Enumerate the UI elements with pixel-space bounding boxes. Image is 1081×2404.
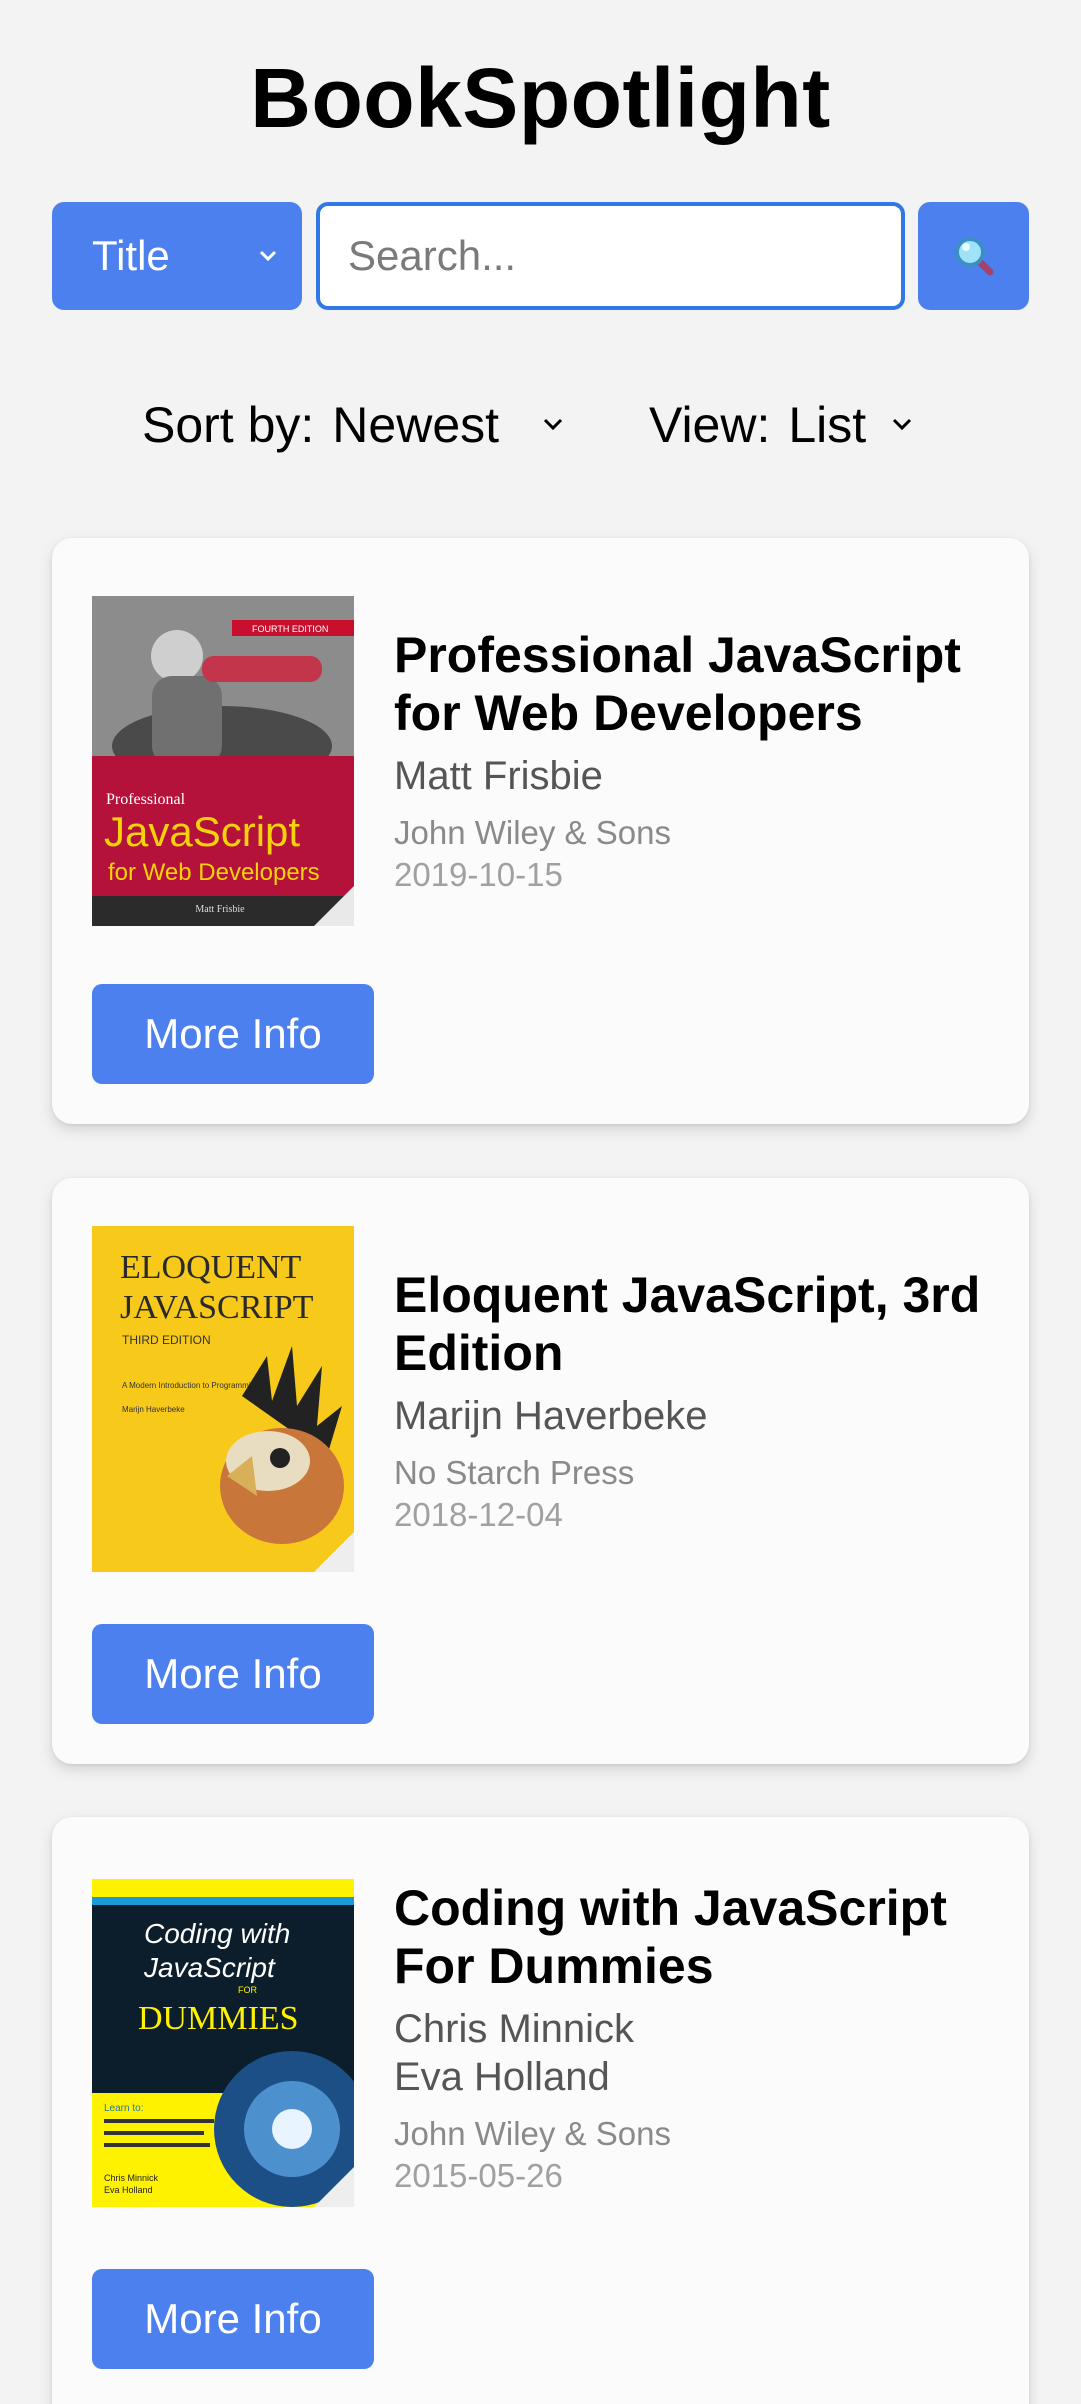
more-info-button[interactable]: More Info — [92, 984, 374, 1084]
book-cover-image: ELOQUENT JAVASCRIPT THIRD EDITION A Mode… — [92, 1226, 354, 1572]
cover-sub-text: for Web Developers — [108, 859, 320, 886]
sort-value: Newest — [332, 397, 500, 453]
more-info-button[interactable]: More Info — [92, 1624, 374, 1724]
book-cover-image: FOURTH EDITION Professional JavaScript f… — [92, 596, 354, 926]
view-value: List — [788, 397, 867, 453]
cover-sub: A Modern Introduction to Programming — [122, 1381, 259, 1390]
search-input[interactable] — [316, 202, 905, 310]
svg-text:Chris Minnick: Chris Minnick — [104, 2173, 159, 2183]
cover-learn: Learn to: — [104, 2103, 143, 2114]
chevron-down-icon — [259, 250, 277, 262]
chevron-down-icon — [543, 418, 563, 431]
book-info: Professional JavaScript for Web Develope… — [394, 626, 999, 896]
sort-label: Sort by: — [142, 397, 315, 453]
cover-for: FOR — [238, 1985, 257, 1995]
book-date: 2019-10-15 — [394, 856, 563, 893]
cover-brand: DUMMIES — [138, 2000, 299, 2037]
cover-author: Marijn Haverbeke — [122, 1405, 185, 1414]
book-info: Eloquent JavaScript, 3rd Edition Marijn … — [394, 1266, 999, 1536]
book-date: 2018-12-04 — [394, 1496, 563, 1533]
sort-select[interactable]: Sort by: Newest — [142, 390, 567, 460]
chevron-down-icon — [893, 418, 912, 431]
book-date: 2015-05-26 — [394, 2157, 563, 2194]
book-title[interactable]: Professional JavaScript for Web Develope… — [394, 626, 999, 742]
book-publisher: No Starch Press — [394, 1454, 635, 1491]
search-button[interactable] — [918, 202, 1029, 310]
book-publisher: John Wiley & Sons — [394, 814, 671, 851]
magnifier-icon — [954, 237, 993, 276]
book-title[interactable]: Eloquent JavaScript, 3rd Edition — [394, 1266, 999, 1382]
cover-edition: THIRD EDITION — [122, 1333, 211, 1347]
book-title[interactable]: Coding with JavaScript For Dummies — [394, 1879, 999, 1995]
book-card: Coding with JavaScript FOR DUMMIES Learn… — [52, 1817, 1029, 2404]
cover-author-text: Matt Frisbie — [195, 904, 245, 915]
cover-line1: ELOQUENT — [120, 1249, 302, 1286]
view-select[interactable]: View: List — [649, 390, 916, 460]
book-cover-image: Coding with JavaScript FOR DUMMIES Learn… — [92, 1879, 354, 2207]
book-author: Marijn Haverbeke — [394, 1394, 708, 1438]
view-label: View: — [649, 397, 771, 453]
more-info-button[interactable]: More Info — [92, 2269, 374, 2369]
book-publisher: John Wiley & Sons — [394, 2115, 671, 2152]
cover-line2: JavaScript — [143, 1952, 276, 1983]
search-field-value: Title — [92, 232, 170, 279]
cover-line1: Coding with — [144, 1918, 290, 1949]
cover-big-text: JavaScript — [104, 808, 300, 855]
cover-edition: FOURTH EDITION — [252, 624, 328, 634]
book-card: FOURTH EDITION Professional JavaScript f… — [52, 538, 1029, 1124]
cover-small-text: Professional — [106, 791, 186, 808]
page-title: BookSpotlight — [250, 51, 831, 145]
book-author: Chris Minnick Eva Holland — [394, 2007, 635, 2099]
book-info: Coding with JavaScript For Dummies Chris… — [394, 1879, 999, 2197]
search-field-select[interactable]: Title — [52, 202, 302, 310]
cover-line2: JAVASCRIPT — [120, 1289, 314, 1326]
svg-text:Eva Holland: Eva Holland — [104, 2185, 153, 2195]
book-author: Matt Frisbie — [394, 754, 603, 798]
book-card: ELOQUENT JAVASCRIPT THIRD EDITION A Mode… — [52, 1178, 1029, 1764]
